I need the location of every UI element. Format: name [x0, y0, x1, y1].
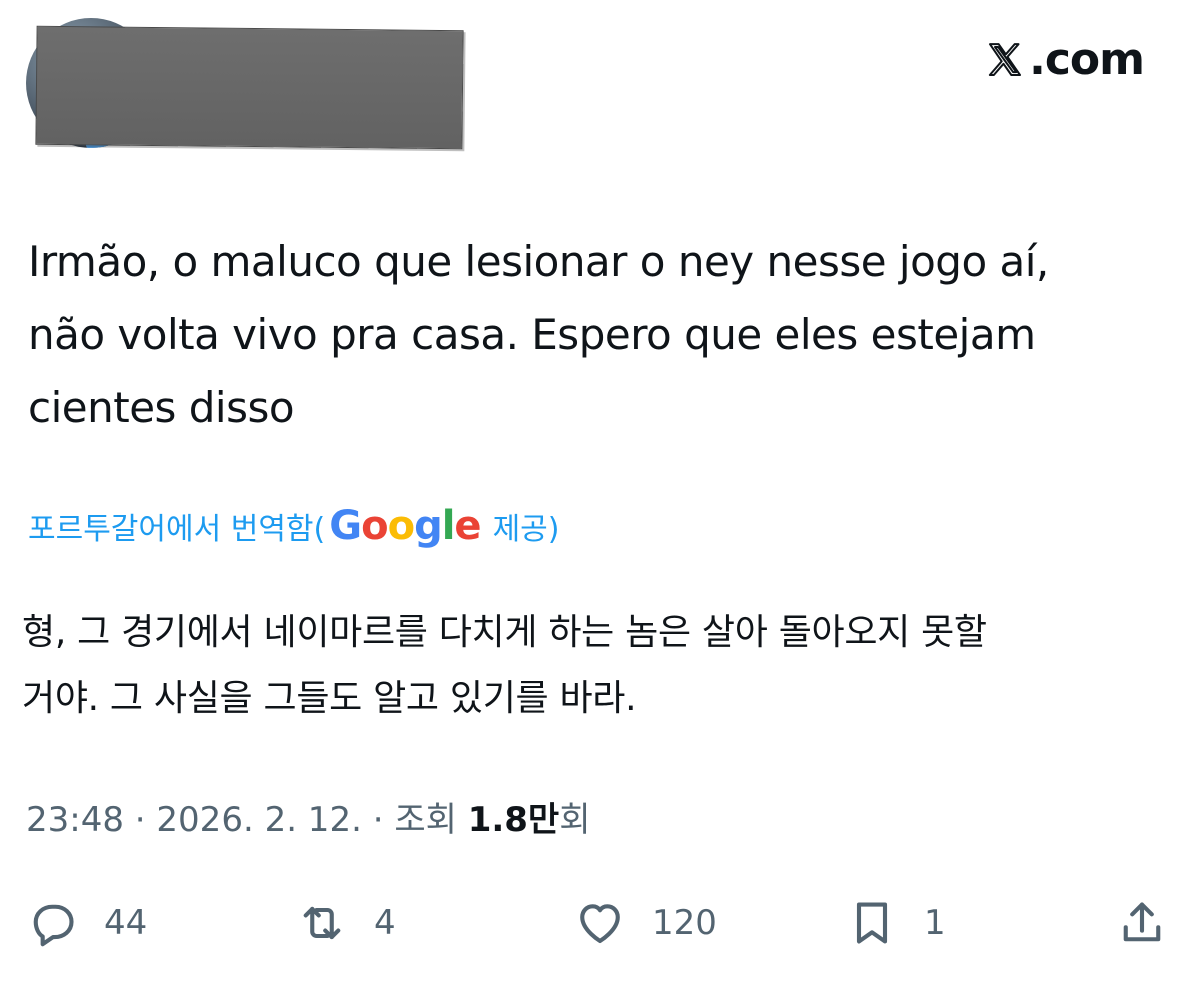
translation-suffix: 제공) [492, 512, 560, 547]
views-label: 조회 [394, 800, 468, 840]
x-brand-logo: .com [985, 34, 1145, 85]
translated-line: 형, 그 경기에서 네이마르를 다치게 하는 놈은 살아 돌아오지 못할 [22, 612, 987, 653]
reply-button[interactable]: 44 [26, 888, 147, 958]
translated-body: 형, 그 경기에서 네이마르를 다치게 하는 놈은 살아 돌아오지 못할 거야.… [22, 600, 1172, 732]
tweet-action-bar: 44 4 120 1 [0, 888, 1200, 958]
x-logo-icon [988, 42, 1022, 76]
reply-bubble-icon [33, 904, 74, 947]
bookmark-icon [856, 902, 888, 944]
share-button[interactable] [1116, 888, 1168, 958]
meta-separator: · [361, 800, 395, 840]
bookmark-count: 1 [924, 903, 946, 943]
bookmark-button[interactable]: 1 [846, 888, 946, 958]
repost-icon [303, 906, 341, 940]
translation-attribution[interactable]: 포르투갈어에서 번역함( Google 제공) [28, 503, 559, 549]
tweet-header: .com [0, 0, 1200, 160]
tweet-date[interactable]: 2026. 2. 12. [156, 800, 361, 840]
tweet-line: Irmão, o maluco que lesionar o ney nesse… [28, 237, 1049, 286]
redacted-username-block [35, 25, 464, 150]
tweet-line: cientes disso [28, 383, 295, 432]
translation-prefix: 포르투갈어에서 번역함( [28, 512, 326, 547]
heart-icon [580, 904, 620, 944]
repost-count: 4 [374, 903, 396, 943]
tweet-body: Irmão, o maluco que lesionar o ney nesse… [28, 225, 1168, 444]
tweet-meta: 23:48 · 2026. 2. 12. · 조회 1.8만회 [26, 792, 591, 841]
reply-count: 44 [104, 903, 148, 943]
share-icon [1123, 902, 1161, 942]
google-logo: Google [329, 503, 481, 549]
tweet-line: não volta vivo pra casa. Espero que eles… [28, 310, 1036, 359]
like-button[interactable]: 120 [574, 888, 717, 958]
repost-button[interactable]: 4 [296, 888, 396, 958]
brand-domain-text: .com [1029, 34, 1145, 85]
meta-separator: · [123, 800, 157, 840]
views-suffix: 회 [559, 800, 591, 840]
views-count: 1.8만 [467, 800, 560, 840]
translated-line: 거야. 그 사실을 그들도 알고 있기를 바라. [22, 678, 637, 719]
tweet-time[interactable]: 23:48 [26, 800, 124, 840]
like-count: 120 [652, 903, 717, 943]
